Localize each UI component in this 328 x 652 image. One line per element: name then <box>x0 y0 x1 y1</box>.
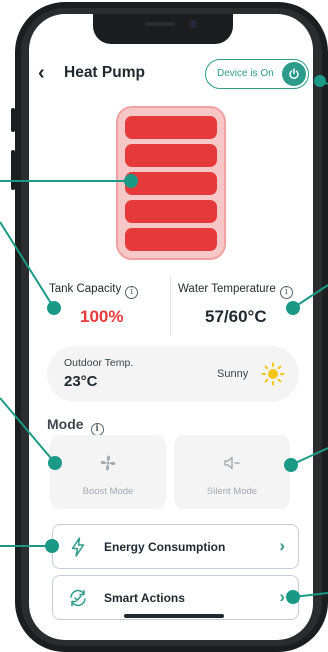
back-icon[interactable]: ‹ <box>38 63 52 83</box>
tank-level-bar <box>125 144 217 167</box>
lightning-icon <box>71 537 85 557</box>
smart-actions-label: Smart Actions <box>104 591 185 605</box>
speaker-icon-svg <box>224 456 240 470</box>
sun-icon <box>261 362 285 386</box>
fan-icon <box>50 453 166 479</box>
water-temperature-label: Water Temperature i <box>178 283 293 299</box>
tank-level-bar <box>125 116 217 139</box>
power-icon-svg <box>289 68 299 80</box>
water-tank-indicator <box>116 106 226 260</box>
notch <box>93 14 233 44</box>
boost-mode-button[interactable]: Boost Mode <box>50 435 166 509</box>
page-title: Heat Pump <box>64 64 145 81</box>
stats-divider <box>170 276 171 336</box>
tank-level-bar <box>125 200 217 223</box>
energy-consumption-row[interactable]: Energy Consumption › <box>52 524 299 569</box>
weather-label: Sunny <box>217 368 249 380</box>
boost-mode-label: Boost Mode <box>82 486 134 497</box>
power-icon[interactable] <box>282 62 306 86</box>
side-button <box>11 108 15 132</box>
mode-heading: Mode i <box>47 416 104 436</box>
speaker <box>145 22 175 26</box>
refresh-check-icon <box>70 589 86 607</box>
info-icon[interactable]: i <box>279 286 293 299</box>
side-button <box>11 150 15 190</box>
tank-level-bar <box>125 228 217 251</box>
chevron-right-icon: › <box>279 587 285 606</box>
outdoor-temperature-card: Outdoor Temp. 23°C Sunny <box>47 346 299 402</box>
outdoor-temp-label: Outdoor Temp. <box>64 357 134 369</box>
water-temperature-label-text: Water Temperature <box>178 283 276 295</box>
silent-mode-label: Silent Mode <box>206 486 258 497</box>
outdoor-temp-value: 23°C <box>64 373 98 390</box>
speaker-muted-icon <box>174 453 290 479</box>
tank-capacity-label-text: Tank Capacity <box>49 283 122 295</box>
device-status-label: Device is On <box>217 68 274 79</box>
chevron-right-icon: › <box>279 536 285 555</box>
tank-capacity-label: Tank Capacity i <box>49 283 139 299</box>
tank-level-bar <box>125 172 217 195</box>
silent-mode-button[interactable]: Silent Mode <box>174 435 290 509</box>
info-icon[interactable]: i <box>125 286 139 299</box>
mode-heading-text: Mode <box>47 416 84 432</box>
energy-consumption-label: Energy Consumption <box>104 540 226 554</box>
camera <box>189 20 197 28</box>
fan-icon-svg <box>100 455 116 471</box>
water-temperature-value: 57/60°C <box>205 307 267 326</box>
device-power-toggle[interactable]: Device is On <box>205 59 309 89</box>
home-indicator <box>124 614 224 618</box>
tank-capacity-value: 100% <box>80 307 124 326</box>
